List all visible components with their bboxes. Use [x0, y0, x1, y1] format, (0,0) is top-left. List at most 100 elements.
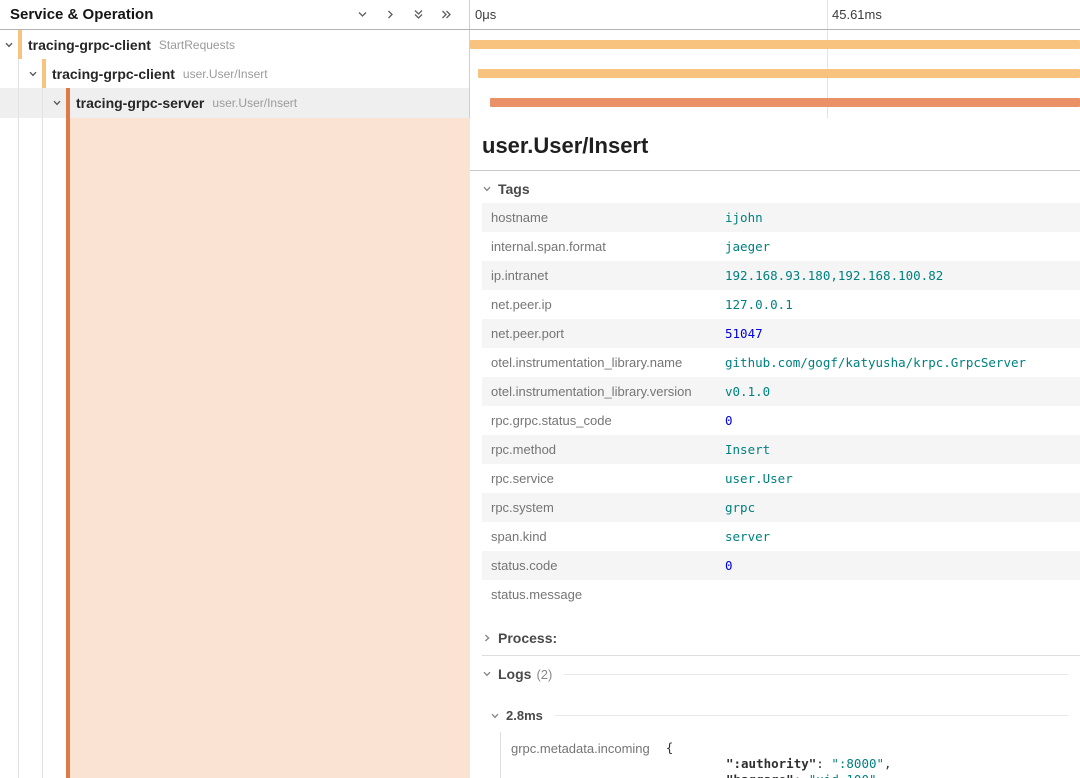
span-row[interactable]: tracing-grpc-client StartRequests	[0, 30, 1080, 59]
chevron-down-icon	[482, 184, 492, 194]
tag-key: otel.instrumentation_library.name	[482, 355, 725, 370]
tag-key: ip.intranet	[482, 268, 725, 283]
log-entry: 2.8ms grpc.metadata.incoming { ":authorit…	[480, 699, 1080, 778]
timeline-tick-label: 45.61ms	[832, 7, 882, 22]
span-rows: tracing-grpc-clientStartRequeststracing-…	[0, 30, 1080, 118]
timeline-header: Service & Operation	[0, 0, 1080, 30]
span-service-name: tracing-grpc-client	[28, 37, 151, 53]
tag-value: 0	[725, 558, 733, 573]
tag-row: net.peer.port51047	[482, 319, 1080, 348]
tag-row: status.code0	[482, 551, 1080, 580]
tags-table: hostnameijohninternal.span.formatjaegeri…	[482, 203, 1080, 609]
service-operation-header: Service & Operation	[0, 0, 470, 29]
span-operation-name: StartRequests	[159, 38, 235, 52]
indent-guide	[0, 88, 24, 118]
tag-row: rpc.methodInsert	[482, 435, 1080, 464]
span-duration-bar[interactable]	[470, 40, 1080, 49]
tree-controls	[356, 8, 453, 21]
tag-row: rpc.serviceuser.User	[482, 464, 1080, 493]
span-color-bar	[66, 88, 70, 118]
tag-key: rpc.system	[482, 500, 725, 515]
tag-row: net.peer.ip127.0.0.1	[482, 290, 1080, 319]
indent-guide	[18, 118, 19, 778]
tag-key: net.peer.port	[482, 326, 725, 341]
chevron-down-icon[interactable]	[50, 98, 64, 108]
span-detail-title: user.User/Insert	[482, 133, 1064, 159]
chevron-down-icon[interactable]	[26, 69, 40, 79]
process-section-header[interactable]: Process:	[470, 621, 1080, 655]
header-rule	[564, 674, 1068, 675]
service-operation-title: Service & Operation	[10, 6, 153, 23]
tag-key: status.message	[482, 587, 725, 602]
indent-guide	[24, 88, 48, 118]
tag-key: span.kind	[482, 529, 725, 544]
process-label: Process:	[498, 630, 557, 646]
tag-value: jaeger	[725, 239, 770, 254]
indent-guide	[42, 118, 43, 778]
tag-value: v0.1.0	[725, 384, 770, 399]
log-fields-table: grpc.metadata.incoming { ":authority": ":…	[500, 732, 1080, 778]
timeline-tick-label: 0μs	[475, 7, 496, 22]
tag-row: rpc.grpc.status_code0	[482, 406, 1080, 435]
logs-label: Logs	[498, 666, 531, 682]
log-field-key: grpc.metadata.incoming	[511, 740, 650, 756]
span-service-name: tracing-grpc-client	[52, 66, 175, 82]
chevron-right-icon	[482, 633, 492, 643]
tag-value: grpc	[725, 500, 755, 515]
span-duration-bar[interactable]	[490, 98, 1080, 107]
span-color-bar	[18, 30, 22, 59]
tag-key: internal.span.format	[482, 239, 725, 254]
tag-row: rpc.systemgrpc	[482, 493, 1080, 522]
log-field-row: grpc.metadata.incoming { ":authority": ":…	[511, 740, 1080, 778]
span-service-name: tracing-grpc-server	[76, 95, 204, 111]
tag-value: user.User	[725, 471, 793, 486]
indent-guide	[0, 59, 24, 88]
tag-key: otel.instrumentation_library.version	[482, 384, 725, 399]
tag-key: rpc.service	[482, 471, 725, 486]
tag-key: status.code	[482, 558, 725, 573]
span-row[interactable]: tracing-grpc-client user.User/Insert	[0, 59, 1080, 88]
log-timestamp: 2.8ms	[506, 708, 543, 723]
span-detail-title-row: user.User/Insert	[470, 118, 1080, 171]
tag-value: 0	[725, 413, 733, 428]
tag-value: Insert	[725, 442, 770, 457]
span-duration-bar[interactable]	[478, 69, 1080, 78]
span-detail-row: user.User/Insert Tags hostnameijohninter…	[0, 118, 1080, 778]
tag-row: status.message	[482, 580, 1080, 609]
tags-label: Tags	[498, 181, 530, 197]
tag-key: hostname	[482, 210, 725, 225]
tag-row: ip.intranet192.168.93.180,192.168.100.82	[482, 261, 1080, 290]
tag-value: 51047	[725, 326, 763, 341]
header-rule	[555, 715, 1068, 716]
tag-row: otel.instrumentation_library.namegithub.…	[482, 348, 1080, 377]
tags-section-header[interactable]: Tags	[470, 171, 1080, 203]
logs-section-header[interactable]: Logs (2)	[470, 656, 1080, 687]
span-operation-name: user.User/Insert	[212, 96, 297, 110]
timeline-ticks: 0μs 45.61ms	[470, 0, 1080, 29]
jaeger-trace-detail-view: Service & Operation	[0, 0, 1080, 778]
chevron-down-icon[interactable]	[2, 40, 16, 50]
selected-span-accent-block	[66, 118, 470, 778]
log-field-json-value: { ":authority": ":8000", "baggage": "uid…	[666, 740, 892, 778]
tag-value: ijohn	[725, 210, 763, 225]
tag-row: hostnameijohn	[482, 203, 1080, 232]
tag-row: otel.instrumentation_library.versionv0.1…	[482, 377, 1080, 406]
logs-count: (2)	[536, 667, 552, 682]
tag-row: internal.span.formatjaeger	[482, 232, 1080, 261]
span-row[interactable]: tracing-grpc-server user.User/Insert	[0, 88, 1080, 118]
span-operation-name: user.User/Insert	[183, 67, 268, 81]
chevron-right-icon[interactable]	[384, 8, 397, 21]
tag-key: net.peer.ip	[482, 297, 725, 312]
tag-value: 192.168.93.180,192.168.100.82	[725, 268, 943, 283]
chevron-down-icon[interactable]	[356, 8, 369, 21]
tag-value: 127.0.0.1	[725, 297, 793, 312]
double-chevron-down-icon[interactable]	[412, 8, 425, 21]
tag-value: github.com/gogf/katyusha/krpc.GrpcServer	[725, 355, 1026, 370]
tag-key: rpc.method	[482, 442, 725, 457]
tag-row: span.kindserver	[482, 522, 1080, 551]
double-chevron-right-icon[interactable]	[440, 8, 453, 21]
selected-span-indent-area	[0, 118, 470, 778]
log-entry-header[interactable]: 2.8ms	[480, 699, 1080, 728]
trace-timeline: Service & Operation	[0, 0, 1080, 118]
span-detail-panel: user.User/Insert Tags hostnameijohninter…	[470, 118, 1080, 778]
